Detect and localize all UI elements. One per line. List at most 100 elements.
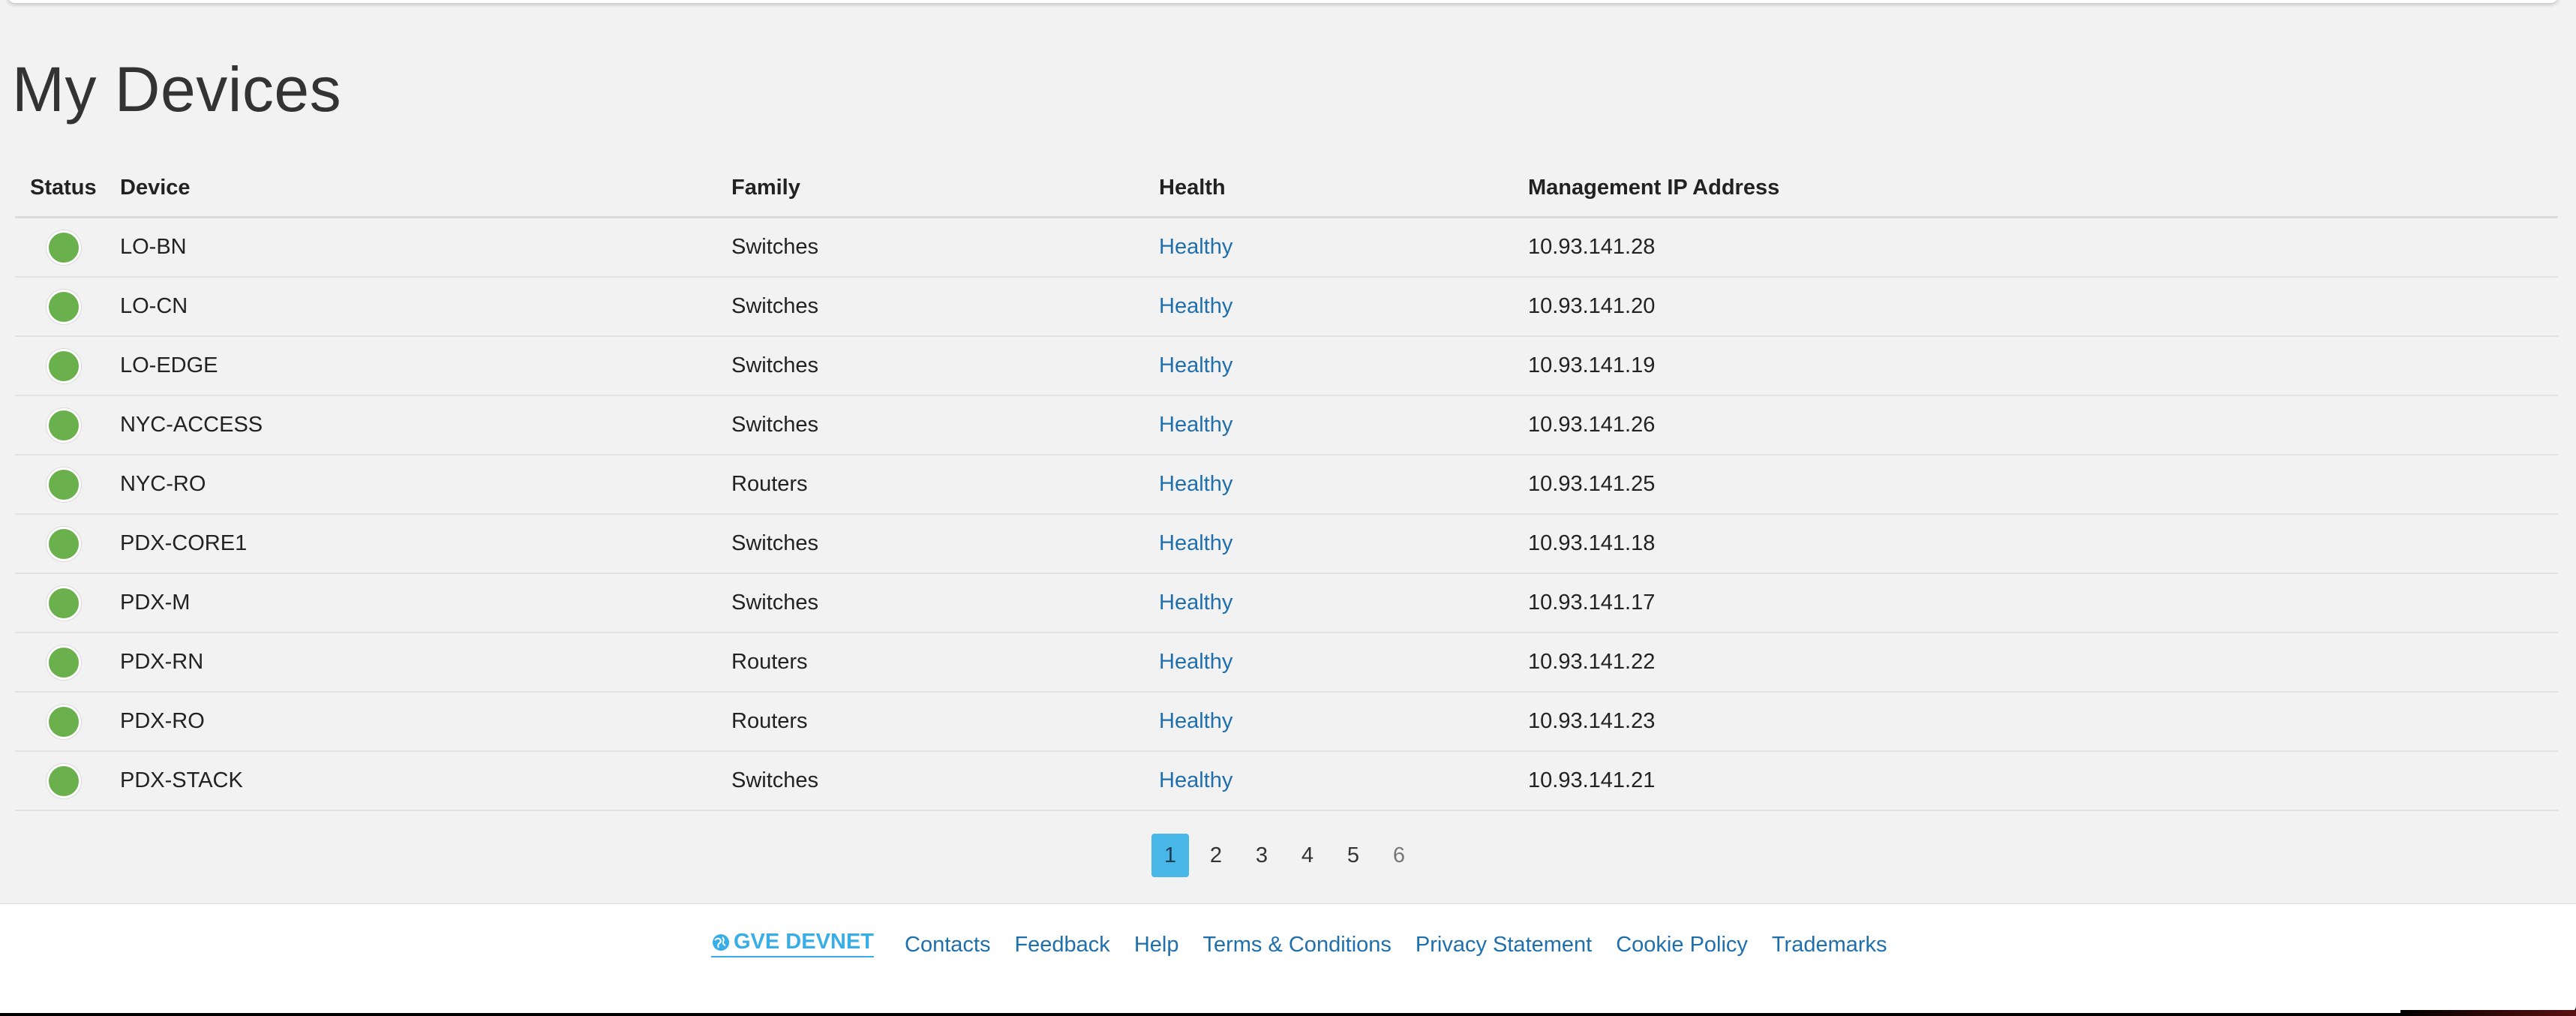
table-row[interactable]: PDX-STACK Switches Healthy 10.93.141.21 — [15, 751, 2558, 811]
management-ip: 10.93.141.22 — [1528, 633, 2558, 693]
device-name[interactable]: PDX-M — [120, 573, 731, 633]
status-cell — [15, 633, 120, 693]
device-family: Switches — [731, 514, 1159, 574]
table-row[interactable]: PDX-RN Routers Healthy 10.93.141.22 — [15, 633, 2558, 693]
footer-link-contacts[interactable]: Contacts — [905, 933, 990, 957]
footer-link-privacy[interactable]: Privacy Statement — [1416, 933, 1592, 957]
footer-link-feedback[interactable]: Feedback — [1014, 933, 1109, 957]
management-ip: 10.93.141.19 — [1528, 336, 2558, 396]
top-card — [8, 0, 2558, 3]
column-header-health[interactable]: Health — [1159, 159, 1528, 218]
status-cell — [15, 455, 120, 515]
health-cell: Healthy — [1159, 395, 1528, 455]
device-family: Switches — [731, 751, 1159, 811]
device-family: Switches — [731, 573, 1159, 633]
health-link[interactable]: Healthy — [1159, 531, 1232, 555]
device-family: Routers — [731, 633, 1159, 693]
app-window: My Devices Status Device Family Health M… — [0, 0, 2576, 1013]
device-name[interactable]: LO-BN — [120, 217, 731, 278]
table-row[interactable]: PDX-CORE1 Switches Healthy 10.93.141.18 — [15, 514, 2558, 574]
footer: GVE DEVNET Contacts Feedback Help Terms … — [0, 903, 2576, 1013]
table-row[interactable]: NYC-RO Routers Healthy 10.93.141.25 — [15, 455, 2558, 515]
health-link[interactable]: Healthy — [1159, 472, 1232, 496]
device-family: Switches — [731, 217, 1159, 278]
status-cell — [15, 217, 120, 278]
column-header-family[interactable]: Family — [731, 159, 1159, 218]
column-header-status[interactable]: Status — [15, 159, 120, 218]
health-cell: Healthy — [1159, 573, 1528, 633]
status-up-icon — [47, 645, 81, 680]
status-cell — [15, 277, 120, 337]
health-cell: Healthy — [1159, 514, 1528, 574]
health-link[interactable]: Healthy — [1159, 353, 1232, 377]
status-up-icon — [47, 348, 81, 383]
page-button-1[interactable]: 1 — [1151, 834, 1189, 877]
health-link[interactable]: Healthy — [1159, 413, 1232, 437]
management-ip: 10.93.141.17 — [1528, 573, 2558, 633]
footer-logo-text: GVE DEVNET — [734, 930, 874, 954]
footer-links: Contacts Feedback Help Terms & Condition… — [905, 933, 1911, 957]
footer-link-trademarks[interactable]: Trademarks — [1772, 933, 1887, 957]
footer-logo[interactable]: GVE DEVNET — [711, 930, 874, 957]
management-ip: 10.93.141.26 — [1528, 395, 2558, 455]
page-button-4[interactable]: 4 — [1289, 834, 1326, 877]
device-table: Status Device Family Health Management I… — [15, 159, 2558, 811]
device-family: Switches — [731, 277, 1159, 337]
health-link[interactable]: Healthy — [1159, 591, 1232, 615]
device-name[interactable]: PDX-RN — [120, 633, 731, 693]
status-up-icon — [47, 230, 81, 265]
column-header-ip[interactable]: Management IP Address — [1528, 159, 2558, 218]
table-row[interactable]: LO-EDGE Switches Healthy 10.93.141.19 — [15, 336, 2558, 396]
health-cell: Healthy — [1159, 217, 1528, 278]
status-up-icon — [47, 407, 81, 443]
device-name[interactable]: PDX-CORE1 — [120, 514, 731, 574]
globe-icon — [713, 933, 729, 951]
status-cell — [15, 514, 120, 574]
health-cell: Healthy — [1159, 336, 1528, 396]
health-link[interactable]: Healthy — [1159, 768, 1232, 792]
page-button-3[interactable]: 3 — [1243, 834, 1280, 877]
status-up-icon — [47, 704, 81, 739]
footer-link-terms[interactable]: Terms & Conditions — [1202, 933, 1391, 957]
table-row[interactable]: PDX-RO Routers Healthy 10.93.141.23 — [15, 692, 2558, 752]
device-name[interactable]: LO-EDGE — [120, 336, 731, 396]
column-header-device[interactable]: Device — [120, 159, 731, 218]
health-cell: Healthy — [1159, 455, 1528, 515]
table-row[interactable]: PDX-M Switches Healthy 10.93.141.17 — [15, 573, 2558, 633]
page-button-6[interactable]: 6 — [1380, 834, 1418, 877]
status-up-icon — [47, 289, 81, 324]
health-cell: Healthy — [1159, 633, 1528, 693]
management-ip: 10.93.141.28 — [1528, 217, 2558, 278]
device-name[interactable]: LO-CN — [120, 277, 731, 337]
health-cell: Healthy — [1159, 751, 1528, 811]
status-up-icon — [47, 585, 81, 621]
window-edge — [2400, 1010, 2576, 1016]
health-cell: Healthy — [1159, 692, 1528, 752]
device-family: Routers — [731, 692, 1159, 752]
footer-link-help[interactable]: Help — [1134, 933, 1179, 957]
status-cell — [15, 751, 120, 811]
page-button-5[interactable]: 5 — [1335, 834, 1372, 877]
health-link[interactable]: Healthy — [1159, 650, 1232, 674]
health-link[interactable]: Healthy — [1159, 235, 1232, 259]
management-ip: 10.93.141.20 — [1528, 277, 2558, 337]
pagination: 1 2 3 4 5 6 — [1151, 833, 1426, 878]
table-row[interactable]: NYC-ACCESS Switches Healthy 10.93.141.26 — [15, 395, 2558, 455]
table-header-row: Status Device Family Health Management I… — [15, 159, 2558, 218]
page-button-2[interactable]: 2 — [1197, 834, 1235, 877]
health-link[interactable]: Healthy — [1159, 709, 1232, 733]
status-cell — [15, 336, 120, 396]
device-name[interactable]: PDX-STACK — [120, 751, 731, 811]
status-up-icon — [47, 467, 81, 502]
footer-link-cookie-policy[interactable]: Cookie Policy — [1616, 933, 1748, 957]
health-link[interactable]: Healthy — [1159, 294, 1232, 318]
device-name[interactable]: NYC-ACCESS — [120, 395, 731, 455]
device-family: Switches — [731, 336, 1159, 396]
device-name[interactable]: PDX-RO — [120, 692, 731, 752]
table-row[interactable]: LO-CN Switches Healthy 10.93.141.20 — [15, 277, 2558, 337]
device-name[interactable]: NYC-RO — [120, 455, 731, 515]
status-up-icon — [47, 526, 81, 561]
device-family: Routers — [731, 455, 1159, 515]
management-ip: 10.93.141.23 — [1528, 692, 2558, 752]
table-row[interactable]: LO-BN Switches Healthy 10.93.141.28 — [15, 217, 2558, 278]
